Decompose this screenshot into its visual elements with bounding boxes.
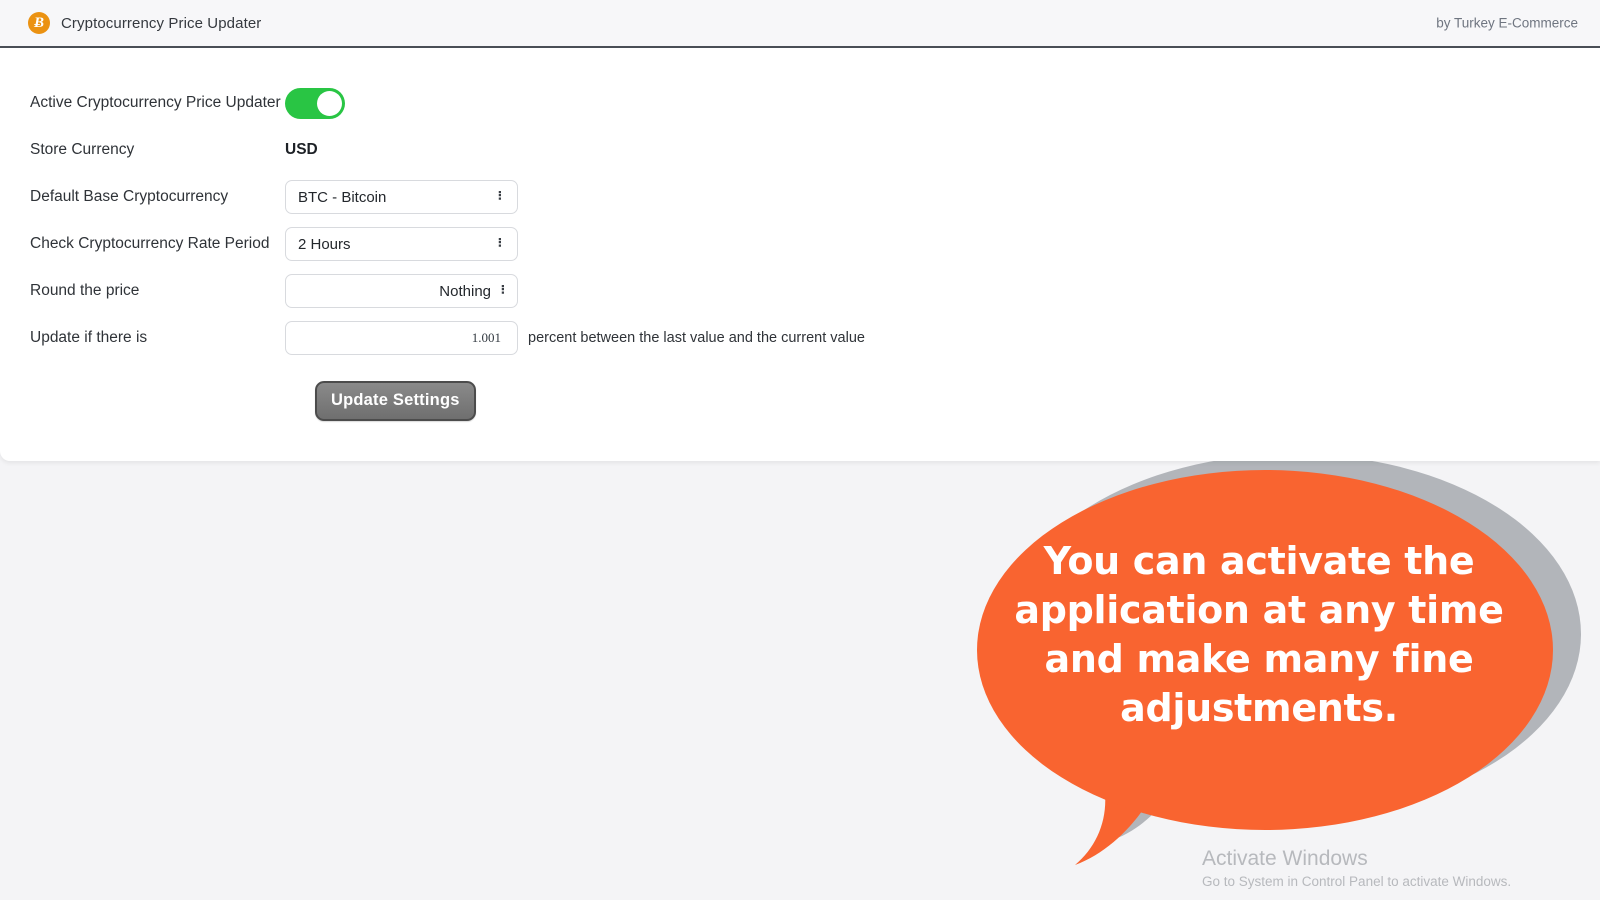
label-store-currency: Store Currency bbox=[30, 140, 135, 158]
label-base-cryptocurrency: Default Base Cryptocurrency bbox=[30, 187, 229, 205]
rate-period-select-wrap: ⠇ bbox=[285, 227, 518, 261]
submit-row: Update Settings bbox=[0, 381, 1600, 421]
callout-text: You can activate the application at any … bbox=[1014, 539, 1504, 730]
row-active-updater: Active Cryptocurrency Price Updater bbox=[0, 82, 1600, 124]
label-active-updater: Active Cryptocurrency Price Updater bbox=[30, 93, 281, 111]
bitcoin-icon: Ƀ bbox=[28, 12, 50, 34]
store-currency-value: USD bbox=[285, 141, 318, 158]
row-store-currency: Store Currency USD bbox=[0, 129, 1600, 171]
round-price-select-wrap: ⠇ bbox=[285, 274, 518, 308]
update-settings-button[interactable]: Update Settings bbox=[315, 381, 476, 421]
update-threshold-input[interactable] bbox=[285, 321, 518, 355]
row-rate-period: Check Cryptocurrency Rate Period ⠇ bbox=[0, 223, 1600, 265]
settings-card: Active Cryptocurrency Price Updater Stor… bbox=[0, 48, 1600, 461]
base-cryptocurrency-select-wrap: ⠇ bbox=[285, 180, 518, 214]
watermark-title: Activate Windows bbox=[1202, 846, 1368, 870]
toggle-knob bbox=[317, 90, 342, 116]
brand: Ƀ Cryptocurrency Price Updater bbox=[28, 12, 261, 34]
base-cryptocurrency-select[interactable] bbox=[285, 180, 518, 214]
label-update-threshold: Update if there is bbox=[30, 328, 148, 346]
row-base-cryptocurrency: Default Base Cryptocurrency ⠇ bbox=[0, 176, 1600, 218]
app-header: Ƀ Cryptocurrency Price Updater by Turkey… bbox=[0, 0, 1600, 48]
row-round-price: Round the price ⠇ bbox=[0, 270, 1600, 312]
rate-period-select[interactable] bbox=[285, 227, 518, 261]
callout-area: You can activate the application at any … bbox=[0, 410, 1600, 900]
label-rate-period: Check Cryptocurrency Rate Period bbox=[30, 234, 270, 252]
round-price-select[interactable] bbox=[285, 274, 518, 308]
header-credit: by Turkey E-Commerce bbox=[1436, 15, 1578, 31]
windows-activation-watermark: Activate Windows Go to System in Control… bbox=[1202, 846, 1532, 893]
label-round-price: Round the price bbox=[30, 281, 140, 299]
update-threshold-helper: percent between the last value and the c… bbox=[528, 330, 865, 346]
watermark-subtitle: Go to System in Control Panel to activat… bbox=[1202, 873, 1512, 889]
page-title: Cryptocurrency Price Updater bbox=[61, 14, 262, 32]
row-update-threshold: Update if there is percent between the l… bbox=[0, 317, 1600, 359]
active-updater-toggle[interactable] bbox=[285, 87, 345, 119]
